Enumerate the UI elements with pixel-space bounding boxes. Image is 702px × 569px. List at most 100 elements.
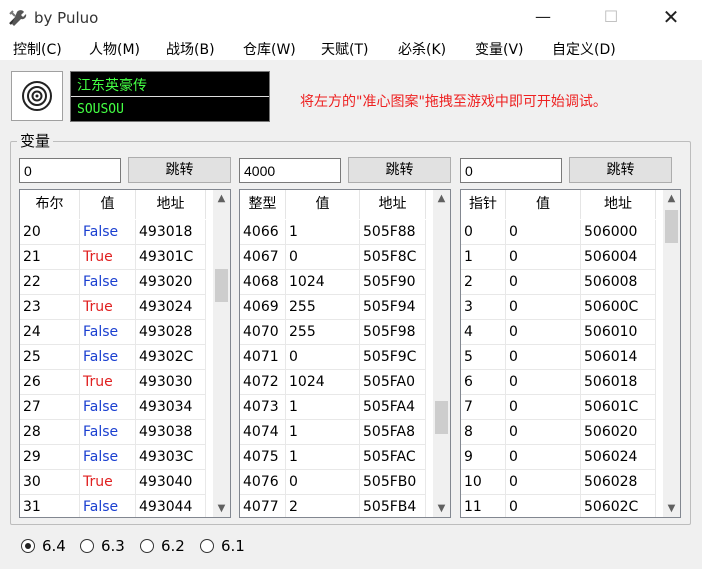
crosshair-drag-target[interactable] [11, 71, 63, 121]
cell-value: 0 [506, 295, 581, 320]
cell-value: 0 [506, 220, 581, 245]
cell-value: 0 [286, 470, 360, 495]
col-header-index[interactable]: 指针 [461, 190, 506, 219]
col-header-address[interactable]: 地址 [581, 190, 656, 219]
menu-control[interactable]: 控制(C) [13, 39, 62, 59]
cell-value: 1 [286, 420, 360, 445]
menu-custom[interactable]: 自定义(D) [552, 39, 616, 59]
cell-value: 0 [506, 395, 581, 420]
cell-index: 4068 [240, 270, 286, 295]
cell-index: 4070 [240, 320, 286, 345]
col-header-value[interactable]: 值 [80, 190, 136, 219]
menu-battlefield[interactable]: 战场(B) [166, 39, 215, 59]
cell-value: 1 [286, 220, 360, 245]
pointer-jump-button[interactable]: 跳转 [569, 157, 672, 183]
cell-address: 505FB0 [360, 470, 426, 495]
bool-list-scrollbar[interactable]: ▲ ▼ [213, 190, 230, 517]
cell-value: False [80, 270, 136, 295]
title-bar: by Puluo — ☐ ✕ [0, 0, 702, 36]
int-list-scrollbar[interactable]: ▲ ▼ [433, 190, 450, 517]
cell-value: 1024 [286, 370, 360, 395]
cell-address: 493034 [136, 395, 206, 420]
pointer-list[interactable]: 指针 值 地址 0 0 506000 1 0 506004 2 0 506008 3 0 50600C… [460, 189, 681, 518]
cell-index: 28 [20, 420, 80, 445]
cell-address: 506018 [581, 370, 656, 395]
bool-list[interactable]: 布尔 值 地址 20 False 493018 21 True 49301C 22 False… [19, 189, 231, 518]
cell-value: False [80, 395, 136, 420]
scroll-up-icon[interactable]: ▲ [433, 190, 450, 207]
cell-address: 505FB4 [360, 495, 426, 517]
cell-index: 31 [20, 495, 80, 517]
col-header-index[interactable]: 布尔 [20, 190, 80, 219]
radio-icon[interactable] [200, 539, 214, 553]
bool-address-input[interactable] [19, 158, 121, 183]
cell-value: 0 [506, 370, 581, 395]
scroll-thumb[interactable] [215, 269, 228, 302]
int-jump-button[interactable]: 跳转 [348, 157, 451, 183]
cell-index: 7 [461, 395, 506, 420]
scroll-up-icon[interactable]: ▲ [213, 190, 230, 207]
menu-talent[interactable]: 天赋(T) [321, 39, 368, 59]
maximize-button[interactable]: ☐ [588, 0, 634, 36]
pointer-list-header: 指针 值 地址 [461, 190, 664, 219]
int-address-input[interactable] [239, 158, 341, 183]
cell-index: 4076 [240, 470, 286, 495]
cell-address: 493044 [136, 495, 206, 517]
cell-index: 4066 [240, 220, 286, 245]
int-list[interactable]: 整型 值 地址 4066 1 505F88 4067 0 505F8C 4068 1024 50… [239, 189, 451, 518]
cell-value: 1 [286, 395, 360, 420]
menu-character[interactable]: 人物(M) [89, 39, 140, 59]
cell-address: 493028 [136, 320, 206, 345]
tools-icon [9, 10, 27, 26]
scroll-down-icon[interactable]: ▼ [213, 500, 230, 517]
cell-index: 29 [20, 445, 80, 470]
cell-value: False [80, 495, 136, 517]
cell-value: False [80, 345, 136, 370]
col-header-address[interactable]: 地址 [360, 190, 426, 219]
cell-address: 506000 [581, 220, 656, 245]
minimize-icon: — [535, 7, 551, 26]
menu-bar: 控制(C) 人物(M) 战场(B) 仓库(W) 天赋(T) 必杀(K) 变量(V… [0, 36, 702, 60]
scroll-thumb[interactable] [435, 401, 448, 434]
pointer-list-scrollbar[interactable]: ▲ ▼ [663, 190, 680, 517]
cell-value: 2 [286, 495, 360, 517]
cell-index: 10 [461, 470, 506, 495]
drag-hint: 将左方的"准心图案"拖拽至游戏中即可开始调试。 [300, 94, 607, 110]
scroll-thumb[interactable] [665, 210, 678, 243]
radio-icon[interactable] [140, 539, 154, 553]
col-header-address[interactable]: 地址 [136, 190, 206, 219]
cell-address: 493038 [136, 420, 206, 445]
bool-jump-button[interactable]: 跳转 [128, 157, 231, 183]
cell-value: 0 [286, 245, 360, 270]
bool-list-header: 布尔 值 地址 [20, 190, 214, 219]
cell-index: 5 [461, 345, 506, 370]
cell-address: 505F94 [360, 295, 426, 320]
menu-variable[interactable]: 变量(V) [475, 39, 524, 59]
cell-value: 255 [286, 295, 360, 320]
menu-skill[interactable]: 必杀(K) [398, 39, 446, 59]
cell-address: 505F88 [360, 220, 426, 245]
maximize-icon: ☐ [603, 7, 619, 26]
cell-address: 506024 [581, 445, 656, 470]
col-header-value[interactable]: 值 [506, 190, 581, 219]
menu-warehouse[interactable]: 仓库(W) [243, 39, 296, 59]
minimize-button[interactable]: — [520, 0, 566, 36]
col-header-value[interactable]: 值 [286, 190, 360, 219]
pointer-address-input[interactable] [460, 158, 562, 183]
scroll-down-icon[interactable]: ▼ [663, 500, 680, 517]
cell-value: 255 [286, 320, 360, 345]
radio-icon[interactable] [80, 539, 94, 553]
cell-value: True [80, 370, 136, 395]
cell-index: 4077 [240, 495, 286, 517]
scroll-up-icon[interactable]: ▲ [663, 190, 680, 207]
game-name: 江东英豪传 [71, 72, 269, 97]
cell-address: 493040 [136, 470, 206, 495]
cell-address: 49303C [136, 445, 206, 470]
radio-icon[interactable] [21, 539, 35, 553]
cell-value: 0 [506, 470, 581, 495]
cell-address: 505F8C [360, 245, 426, 270]
cell-index: 23 [20, 295, 80, 320]
close-button[interactable]: ✕ [648, 0, 694, 36]
scroll-down-icon[interactable]: ▼ [433, 500, 450, 517]
col-header-index[interactable]: 整型 [240, 190, 286, 219]
